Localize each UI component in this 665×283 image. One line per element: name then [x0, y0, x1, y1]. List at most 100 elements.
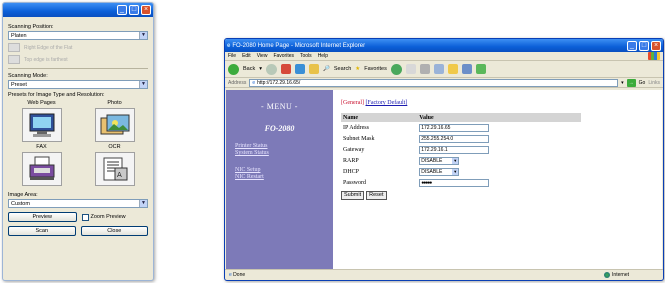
menu-help[interactable]: Help	[318, 53, 328, 59]
history-icon[interactable]	[390, 63, 402, 75]
toolbar: Back ▾ 🔎 Search ★ Favorites	[225, 61, 663, 78]
favorites-button-label[interactable]: Favorites	[364, 66, 387, 72]
maximize-button[interactable]: □	[129, 5, 139, 15]
menu-file[interactable]: File	[228, 53, 236, 59]
col-name-header: Name	[341, 113, 418, 122]
page-icon: e	[252, 79, 256, 86]
close-button[interactable]: Close	[80, 226, 148, 236]
window-title: FO-2080 Home Page - Microsoft Internet E…	[232, 42, 366, 49]
orientation-option-1-label: Right Edge of the Flat	[24, 44, 73, 51]
image-area-value: Custom	[11, 201, 30, 207]
preset-label: OCR	[108, 144, 121, 150]
preset-web-pages[interactable]: Web Pages	[8, 100, 75, 142]
rarp-select[interactable]: DISABLE ▼	[419, 156, 460, 165]
search-icon[interactable]: 🔎	[323, 66, 330, 72]
back-button-label[interactable]: Back	[243, 66, 255, 72]
subnet-mask-input[interactable]: 255.255.254.0	[419, 134, 490, 143]
table-header: Name Value	[341, 113, 581, 122]
scanner-dialog: _ □ × Scanning Position: Platen ▼ Right …	[2, 2, 154, 281]
close-window-button[interactable]: ×	[141, 5, 151, 15]
row-name: Subnet Mask	[343, 135, 375, 142]
go-button-label[interactable]: Go	[639, 80, 646, 86]
scanning-mode-select[interactable]: Preset ▼	[8, 80, 148, 89]
preset-label: FAX	[36, 144, 47, 150]
favorites-star-icon[interactable]: ★	[355, 66, 360, 72]
go-arrow-icon[interactable]: →	[626, 78, 636, 87]
status-done: Done	[233, 272, 246, 278]
messenger-icon[interactable]	[475, 64, 486, 74]
left-menu: - MENU - FO-2080 Printer Status System S…	[226, 90, 333, 269]
preset-fax[interactable]: FAX	[8, 144, 75, 186]
dhcp-select[interactable]: DISABLE ▼	[419, 167, 460, 176]
print-icon[interactable]	[419, 64, 430, 74]
home-icon[interactable]	[309, 64, 319, 74]
back-arrow-icon[interactable]	[228, 63, 239, 75]
preset-photo[interactable]: Photo	[81, 100, 148, 142]
image-area-label: Image Area:	[8, 192, 38, 198]
browser-window: e FO-2080 Home Page - Microsoft Internet…	[224, 38, 664, 281]
orientation-option-2-label: Top edge is farthest	[24, 56, 68, 63]
table-row: Subnet Mask 255.255.254.0	[341, 133, 581, 144]
zone-label: Internet	[612, 272, 629, 278]
web-pages-icon	[21, 108, 62, 142]
menu-view[interactable]: View	[257, 53, 268, 59]
chevron-down-icon: ▼	[452, 168, 459, 175]
chevron-down-icon[interactable]: ▾	[259, 66, 262, 72]
system-status-link[interactable]: System Status	[235, 150, 333, 157]
orientation-option-1: Right Edge of the Flat	[8, 43, 148, 52]
submit-button[interactable]: Submit	[341, 191, 365, 200]
menu-edit[interactable]: Edit	[242, 53, 251, 59]
zoom-preview-checkbox[interactable]: Zoom Preview	[81, 212, 149, 222]
dhcp-value: DISABLE	[421, 168, 443, 175]
windows-logo-icon	[648, 52, 660, 60]
edit-icon[interactable]	[433, 64, 444, 74]
table-row: IP Address 172.29.16.65	[341, 122, 581, 133]
minimize-button[interactable]: _	[627, 40, 637, 51]
security-zone: Internet	[604, 272, 629, 278]
mail-icon[interactable]	[405, 64, 416, 74]
scan-button[interactable]: Scan	[8, 226, 76, 236]
chevron-down-icon: ▼	[139, 81, 147, 88]
address-input[interactable]: e http://172.29.16.65/	[249, 78, 619, 87]
ip-address-input[interactable]: 172.29.16.65	[419, 123, 490, 132]
minimize-button[interactable]: _	[117, 5, 127, 15]
password-input[interactable]: ●●●●●	[419, 178, 490, 187]
settings-tabs: [General] [Factory Default]	[341, 100, 662, 106]
tab-factory-default[interactable]: [Factory Default]	[365, 100, 407, 106]
research-icon[interactable]	[461, 64, 472, 74]
table-row: Password ●●●●●	[341, 177, 581, 188]
gateway-input[interactable]: 172.29.16.1	[419, 145, 490, 154]
presets-label: Presets for Image Type and Resolution:	[8, 92, 105, 98]
table-row: DHCP DISABLE ▼	[341, 166, 581, 177]
links-label[interactable]: Links	[648, 80, 660, 86]
preset-label: Web Pages	[27, 100, 56, 106]
chevron-down-icon: ▼	[452, 157, 459, 164]
refresh-icon[interactable]	[295, 64, 305, 74]
scanning-mode-label: Scanning Mode:	[8, 73, 48, 79]
printer-status-link[interactable]: Printer Status	[235, 143, 333, 150]
table-row: RARP DISABLE ▼	[341, 155, 581, 166]
orientation-icon	[8, 43, 20, 52]
stop-icon[interactable]	[281, 64, 291, 74]
reset-button[interactable]: Reset	[366, 191, 387, 200]
status-bar: e Done Internet	[225, 269, 663, 280]
folder-icon[interactable]	[447, 64, 458, 74]
preset-ocr[interactable]: OCR A	[81, 144, 148, 186]
maximize-button[interactable]: □	[639, 40, 649, 51]
nic-restart-link[interactable]: NIC Restart	[235, 174, 333, 181]
search-button-label[interactable]: Search	[334, 66, 351, 72]
close-window-button[interactable]: ×	[651, 40, 661, 51]
row-name: Gateway	[343, 146, 365, 153]
nic-setup-link[interactable]: NIC Setup	[235, 167, 333, 174]
zoom-preview-label: Zoom Preview	[90, 214, 126, 220]
table-row: Gateway 172.29.16.1	[341, 144, 581, 155]
chevron-down-icon[interactable]: ▾	[621, 80, 624, 86]
tab-general[interactable]: [General]	[341, 100, 364, 106]
image-area-select[interactable]: Custom ▼	[8, 199, 148, 208]
forward-arrow-icon[interactable]	[266, 63, 277, 75]
preview-button[interactable]: Preview	[8, 212, 77, 222]
scanning-position-select[interactable]: Platen ▼	[8, 31, 148, 40]
menu-tools[interactable]: Tools	[300, 53, 312, 59]
menu-favorites[interactable]: Favorites	[273, 53, 294, 59]
settings-panel: [General] [Factory Default] Name Value I…	[333, 90, 662, 269]
